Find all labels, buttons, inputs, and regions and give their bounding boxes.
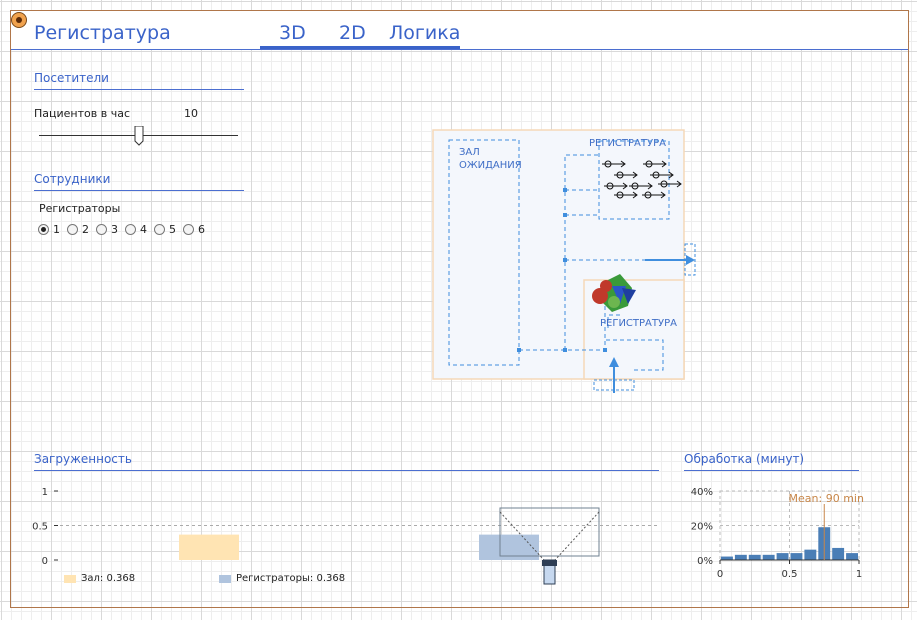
histogram-bar xyxy=(804,549,817,560)
histogram-x-tick-label: 0 xyxy=(717,569,723,580)
histogram-y-tick-label: 20% xyxy=(691,522,713,533)
histogram-mean-label: Mean: 90 min xyxy=(789,492,864,505)
processing-histogram: 0% 20% 40% 0 0.5 1 Mean: 90 min xyxy=(691,487,864,580)
histogram-x-tick-label: 0.5 xyxy=(782,569,798,580)
histogram-bar xyxy=(734,554,747,560)
histogram-bar xyxy=(748,554,761,560)
histogram-bar xyxy=(721,556,733,560)
histogram-bar xyxy=(832,547,845,560)
histogram-bar xyxy=(762,554,775,560)
histogram-y-tick-label: 0% xyxy=(697,556,713,567)
histogram-y-tick-label: 40% xyxy=(691,487,713,498)
histogram-x-tick-label: 1 xyxy=(856,569,862,580)
histogram-bar xyxy=(790,553,803,560)
histogram-bar xyxy=(776,553,789,560)
histogram-bar xyxy=(846,553,858,560)
